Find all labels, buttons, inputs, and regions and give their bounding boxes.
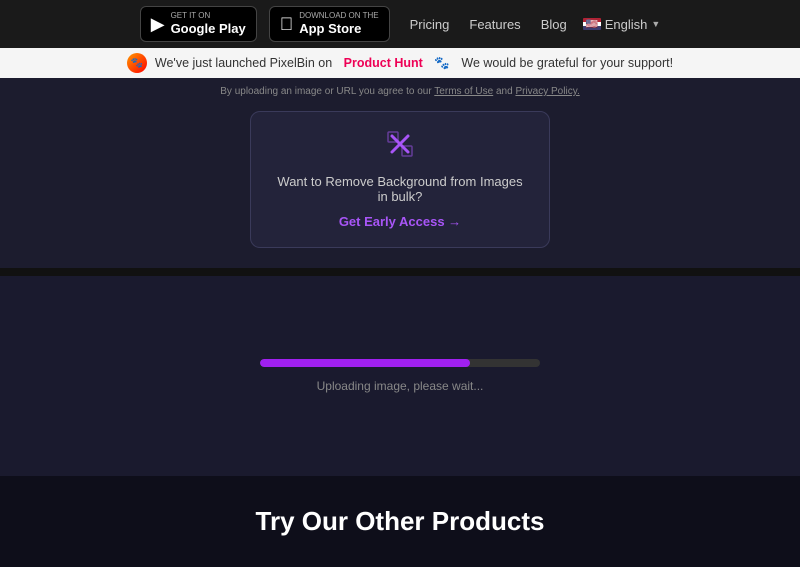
flag-icon: 🇺🇸 xyxy=(583,18,601,30)
announcement-text-after: We would be grateful for your support! xyxy=(461,56,673,70)
language-label: English xyxy=(605,17,648,32)
nav-blog[interactable]: Blog xyxy=(541,17,567,32)
bulk-remove-icon xyxy=(386,130,414,164)
section-divider xyxy=(0,268,800,276)
main-section: By uploading an image or URL you agree t… xyxy=(0,78,800,268)
announcement-text-before: We've just launched PixelBin on xyxy=(155,56,332,70)
progress-label: Uploading image, please wait... xyxy=(317,379,484,393)
app-store-text: Download on the App Store xyxy=(299,11,378,36)
paw-icon: 🐾 xyxy=(434,56,450,71)
chevron-down-icon: ▼ xyxy=(651,19,660,29)
app-store-button[interactable]:  Download on the App Store xyxy=(269,6,390,41)
terms-text: By uploading an image or URL you agree t… xyxy=(220,78,579,111)
nav-links: Pricing Features Blog xyxy=(410,17,567,32)
google-play-icon: ▶ xyxy=(151,14,165,35)
progress-bar-fill xyxy=(260,359,470,367)
google-play-button[interactable]: ▶ GET IT ON Google Play xyxy=(140,6,257,41)
other-products-title: Try Our Other Products xyxy=(256,506,545,537)
progress-section: Uploading image, please wait... xyxy=(0,276,800,476)
other-products-section: Try Our Other Products xyxy=(0,476,800,567)
nav-features[interactable]: Features xyxy=(469,17,520,32)
language-selector[interactable]: 🇺🇸 English ▼ xyxy=(583,17,661,32)
progress-bar-track xyxy=(260,359,540,367)
bulk-card: Want to Remove Background from Images in… xyxy=(250,111,550,248)
nav-pricing[interactable]: Pricing xyxy=(410,17,450,32)
apple-icon:  xyxy=(280,14,294,35)
announcement-bar: 🐾 We've just launched PixelBin on Produc… xyxy=(0,48,800,78)
bulk-cta-button[interactable]: Get Early Access → xyxy=(339,214,461,229)
navbar: ▶ GET IT ON Google Play  Download on th… xyxy=(0,0,800,48)
google-play-text: GET IT ON Google Play xyxy=(171,11,246,36)
avatar: 🐾 xyxy=(127,53,147,73)
privacy-policy-link[interactable]: Privacy Policy. xyxy=(515,86,579,97)
terms-of-use-link[interactable]: Terms of Use xyxy=(434,86,493,97)
bulk-card-text: Want to Remove Background from Images in… xyxy=(275,174,525,204)
product-hunt-link[interactable]: Product Hunt xyxy=(344,56,423,70)
